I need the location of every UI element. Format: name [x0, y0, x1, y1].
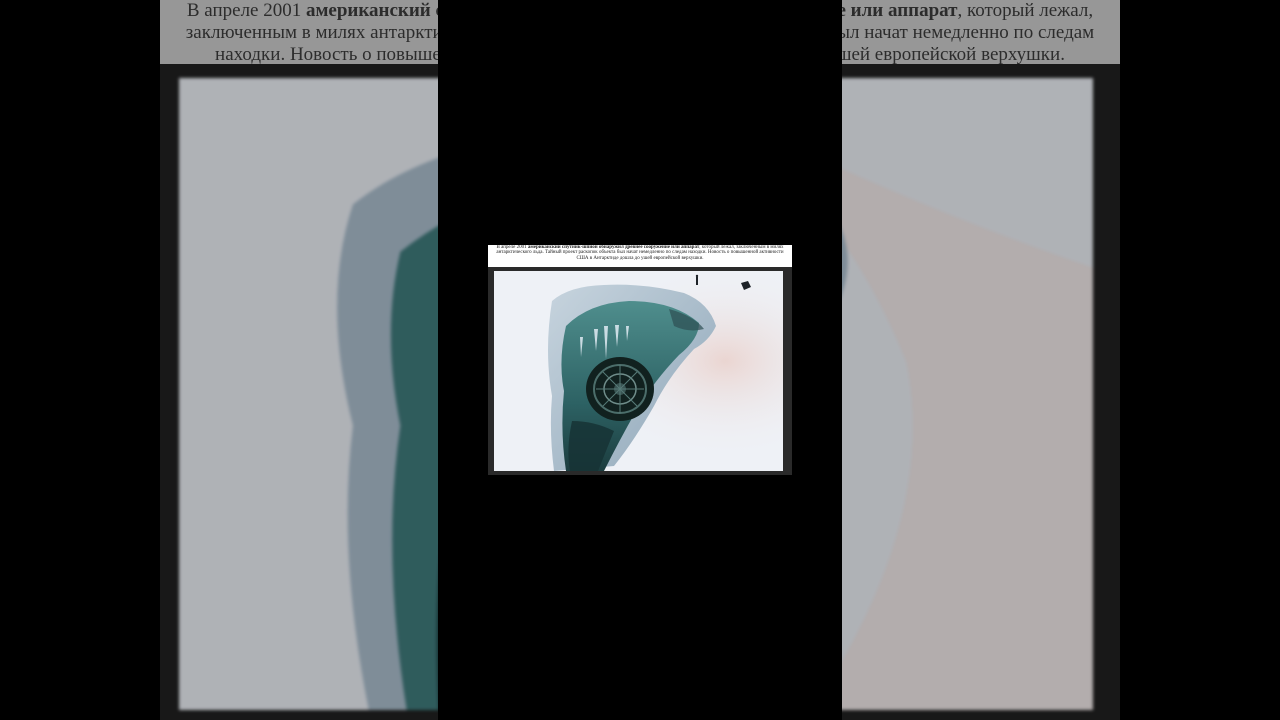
slide: В апреле 2001 американский спутник-шпион… [488, 245, 792, 475]
photo-image [494, 271, 783, 471]
slide-caption: В апреле 2001 американский спутник-шпион… [488, 245, 792, 267]
buried-disc-object [586, 357, 654, 421]
caption-prefix: В апреле 2001 [496, 245, 528, 250]
video-frame: В апреле 2001 американский спутник-шпион… [0, 0, 1280, 720]
caption-bold: американский спутник-шпион обнаружил дре… [527, 245, 700, 250]
background-caption-prefix: В апреле 2001 [186, 0, 306, 21]
ice-crevasse-photo [494, 271, 783, 471]
